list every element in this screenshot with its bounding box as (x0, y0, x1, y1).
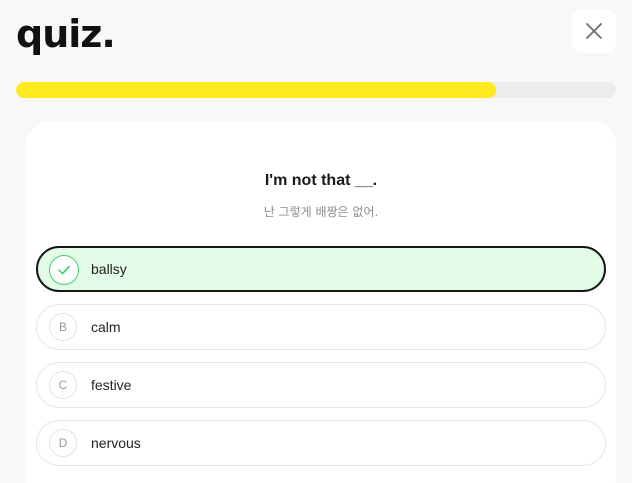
option-a-badge (49, 255, 79, 285)
question-text: I'm not that __. (264, 172, 378, 189)
progress-bar (16, 82, 616, 98)
option-c-label: festive (91, 377, 132, 393)
option-c[interactable]: C festive (36, 362, 606, 408)
question-translation: 난 그렇게 배짱은 없어. (263, 205, 379, 219)
close-button[interactable] (572, 9, 616, 53)
quiz-logo: quiz. (16, 12, 116, 56)
option-a[interactable]: ballsy (36, 246, 606, 292)
option-b-badge: B (49, 313, 77, 341)
option-d[interactable]: D nervous (36, 420, 606, 466)
option-d-label: nervous (91, 435, 141, 451)
progress-fill (16, 82, 496, 98)
option-a-label: ballsy (91, 261, 127, 277)
question-card: I'm not that __. 난 그렇게 배짱은 없어. ballsy B … (26, 122, 616, 483)
option-c-badge: C (49, 371, 77, 399)
quiz-screen: quiz. I'm not that __. 난 그렇게 배짱은 없어. bal… (0, 0, 632, 483)
option-b-label: calm (91, 319, 121, 335)
option-b[interactable]: B calm (36, 304, 606, 350)
close-icon (586, 23, 602, 39)
check-icon (58, 265, 70, 275)
option-d-badge: D (49, 429, 77, 457)
